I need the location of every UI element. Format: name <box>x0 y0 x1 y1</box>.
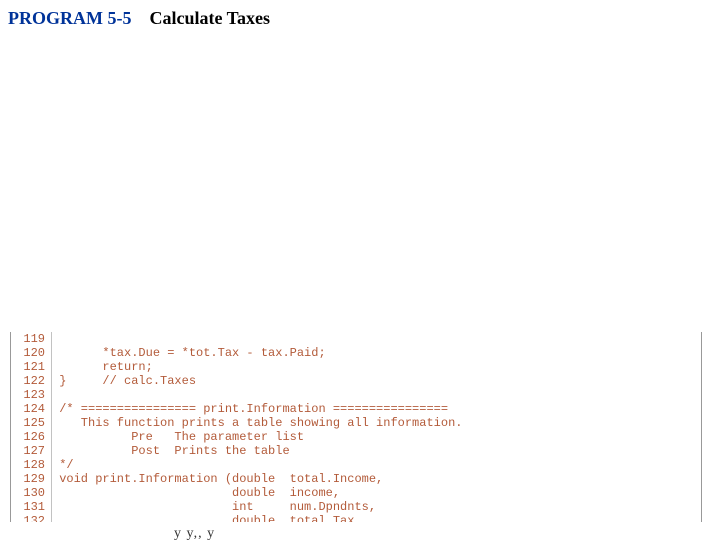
line-number: 124 <box>11 402 52 416</box>
code-line: 128 */ <box>11 458 701 472</box>
line-text: void print.Information (double total.Inc… <box>52 472 701 486</box>
line-number: 120 <box>11 346 52 360</box>
line-number: 119 <box>11 332 52 346</box>
line-text: Pre The parameter list <box>52 430 701 444</box>
code-line: 124 /* ================ print.Informatio… <box>11 402 701 416</box>
code-line: 126 Pre The parameter list <box>11 430 701 444</box>
line-number: 121 <box>11 360 52 374</box>
line-text: } // calc.Taxes <box>52 374 701 388</box>
line-text: /* ================ print.Information ==… <box>52 402 701 416</box>
code-line: 129 void print.Information (double total… <box>11 472 701 486</box>
line-text: int num.Dpndnts, <box>52 500 701 514</box>
line-number: 126 <box>11 430 52 444</box>
line-number: 128 <box>11 458 52 472</box>
line-text: */ <box>52 458 701 472</box>
code-line: 120 *tax.Due = *tot.Tax - tax.Paid; <box>11 346 701 360</box>
code-line: 123 <box>11 388 701 402</box>
line-number: 123 <box>11 388 52 402</box>
line-number: 127 <box>11 444 52 458</box>
line-text: This function prints a table showing all… <box>52 416 701 430</box>
code-line: 131 int num.Dpndnts, <box>11 500 701 514</box>
program-title: Calculate Taxes <box>149 8 270 29</box>
code-line: 127 Post Prints the table <box>11 444 701 458</box>
code-line: 130 double income, <box>11 486 701 500</box>
line-text: *tax.Due = *tot.Tax - tax.Paid; <box>52 346 701 360</box>
line-number: 129 <box>11 472 52 486</box>
line-text <box>52 388 701 402</box>
line-number: 130 <box>11 486 52 500</box>
line-text: double total.Tax, <box>52 514 701 522</box>
line-text: return; <box>52 360 701 374</box>
line-number: 131 <box>11 500 52 514</box>
program-label: PROGRAM 5-5 <box>8 8 131 29</box>
line-text: Post Prints the table <box>52 444 701 458</box>
code-listing: 119 120 *tax.Due = *tot.Tax - tax.Paid; … <box>10 332 702 522</box>
code-line: 122 } // calc.Taxes <box>11 374 701 388</box>
code-line: 132 double total.Tax, <box>11 514 701 522</box>
line-number: 122 <box>11 374 52 388</box>
page-header: PROGRAM 5-5 Calculate Taxes <box>0 0 720 29</box>
code-line: 125 This function prints a table showing… <box>11 416 701 430</box>
line-text: double income, <box>52 486 701 500</box>
code-line: 119 <box>11 332 701 346</box>
line-number: 132 <box>11 514 52 522</box>
line-number: 125 <box>11 416 52 430</box>
line-text <box>52 332 701 346</box>
code-line: 121 return; <box>11 360 701 374</box>
